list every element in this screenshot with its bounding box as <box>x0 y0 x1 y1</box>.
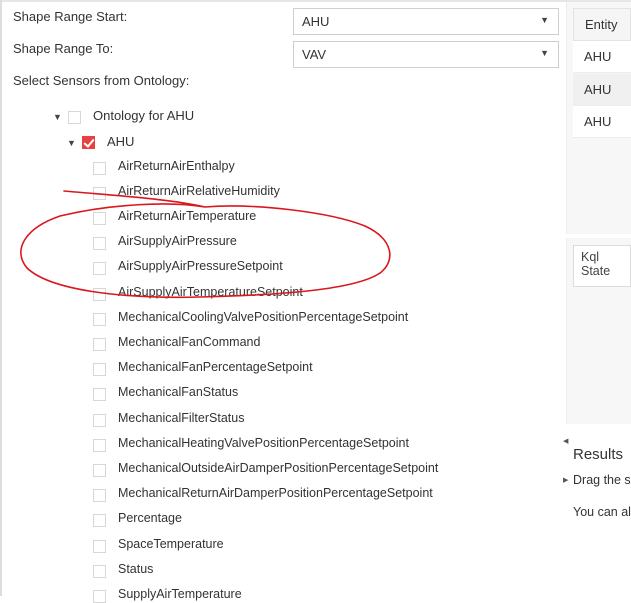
annotation-ellipse <box>20 190 391 299</box>
